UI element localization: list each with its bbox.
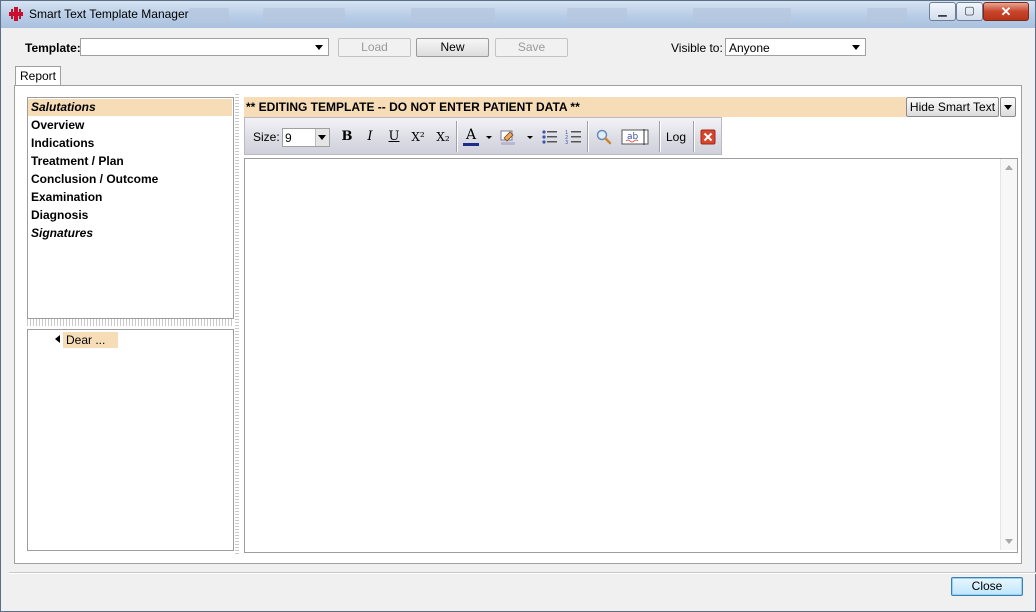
visible-to-combobox[interactable]: Anyone [725,38,866,56]
maximize-button[interactable]: ▢ [956,2,983,21]
visible-to-value: Anyone [729,41,770,55]
spell-check-icon[interactable]: ab [621,128,651,146]
scroll-down-icon[interactable] [1005,539,1013,544]
font-size-value: 9 [285,131,292,145]
template-combobox[interactable] [80,38,329,56]
toolbar-separator [659,121,660,152]
visible-to-label: Visible to: [671,41,723,55]
bulleted-list-icon[interactable] [541,128,559,146]
italic-button[interactable]: I [362,128,378,146]
toolbar-separator [587,121,588,152]
toolbar-separator [693,121,694,152]
highlight-icon[interactable] [499,128,519,146]
minimize-button[interactable]: ▁ [929,2,956,21]
scroll-up-icon[interactable] [1005,165,1013,170]
app-cross-icon [9,7,23,21]
svg-text:3: 3 [565,140,568,146]
template-label: Template: [25,41,81,55]
editor-scrollbar[interactable] [1000,159,1017,550]
title-blur-field [411,8,495,21]
new-button[interactable]: New [416,38,489,57]
section-item-indications[interactable]: Indications [28,135,232,152]
underline-button[interactable]: U [386,128,402,146]
title-blur-field [189,8,229,21]
caret-left-icon[interactable] [55,335,60,343]
close-button[interactable]: Close [951,577,1023,596]
client-area: Template: Load New Save Visible to: Anyo… [9,29,1036,603]
toolbar-separator [456,121,457,152]
font-color-button[interactable]: A [463,128,479,146]
bold-button[interactable]: B [339,128,355,146]
save-button[interactable]: Save [495,38,568,57]
editing-template-banner: ** EDITING TEMPLATE -- DO NOT ENTER PATI… [244,97,906,117]
title-blur-field [693,8,791,21]
smart-text-template-manager-window: Smart Text Template Manager ▁ ▢ ✕ Templa… [0,0,1036,612]
hide-smart-text-button[interactable]: Hide Smart Text [906,97,999,117]
section-item-conclusion-outcome[interactable]: Conclusion / Outcome [28,171,232,188]
section-item-examination[interactable]: Examination [28,189,232,206]
font-size-combobox[interactable]: 9 [282,128,330,147]
chevron-down-icon[interactable] [315,129,329,146]
phrase-item-dear[interactable]: Dear ... [63,332,118,348]
horizontal-splitter[interactable] [27,319,234,326]
title-blur-field [867,8,907,21]
template-editor[interactable] [244,158,1018,553]
phrases-tree[interactable]: Dear ... [27,329,234,551]
smart-text-dropdown-button[interactable] [1000,97,1016,117]
load-button[interactable]: Load [338,38,411,57]
numbered-list-icon[interactable]: 1 2 3 [565,128,583,146]
report-tab-panel: Salutations Overview Indications Treatme… [14,85,1022,564]
sections-list[interactable]: Salutations Overview Indications Treatme… [27,97,234,319]
clear-formatting-x-icon[interactable] [700,128,716,146]
section-item-diagnosis[interactable]: Diagnosis [28,207,232,224]
vertical-splitter[interactable] [235,94,239,554]
superscript-button[interactable]: X² [408,128,428,146]
log-button[interactable]: Log [665,128,687,146]
footer-divider [9,572,1036,573]
chevron-down-icon [315,45,323,50]
formatting-toolbar: Size: 9 B I U X² X₂ A 1 2 3 ab Log [244,117,722,155]
highlight-dropdown-icon[interactable] [526,128,534,146]
find-magnifier-icon[interactable] [595,128,613,146]
section-item-treatment-plan[interactable]: Treatment / Plan [28,153,232,170]
section-item-overview[interactable]: Overview [28,117,232,134]
size-label: Size: [253,130,280,144]
title-bar[interactable]: Smart Text Template Manager ▁ ▢ ✕ [1,1,1035,28]
tab-report[interactable]: Report [15,66,61,87]
chevron-down-icon [852,45,860,50]
section-item-salutations[interactable]: Salutations [28,99,232,116]
font-color-dropdown-icon[interactable] [485,128,493,146]
subscript-button[interactable]: X₂ [433,128,453,146]
window-title: Smart Text Template Manager [29,7,189,21]
title-blur-field [567,8,627,21]
close-window-button[interactable]: ✕ [983,2,1029,21]
chevron-down-icon [1004,105,1012,110]
title-blur-field [263,8,345,21]
section-item-signatures[interactable]: Signatures [28,225,232,242]
